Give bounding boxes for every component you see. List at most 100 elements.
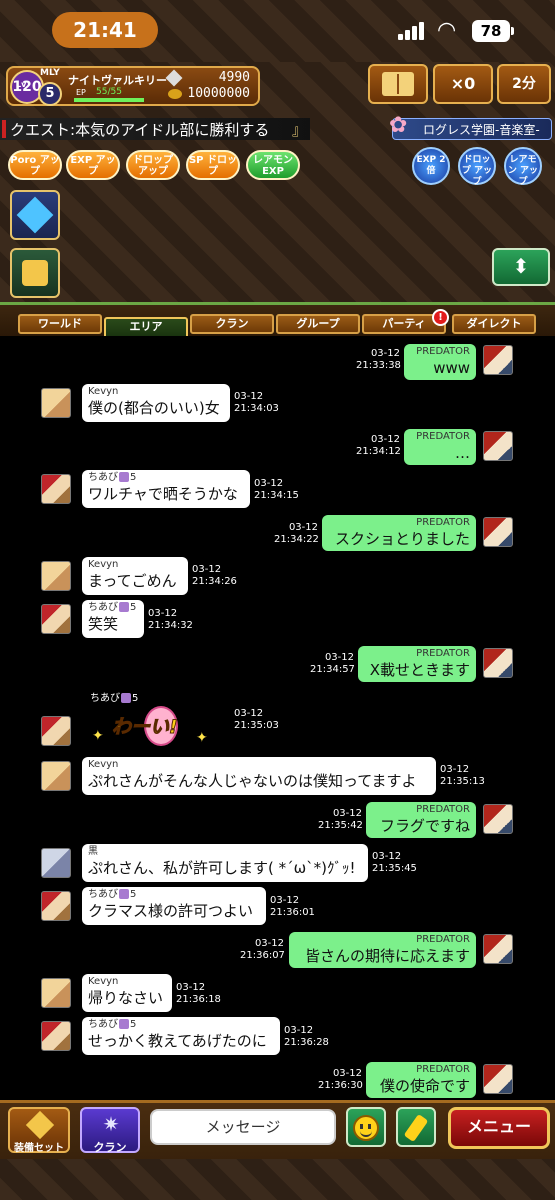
avatar-kevyn[interactable]	[41, 388, 71, 418]
chat-bubble[interactable]: ちあび 5 せっかく教えてあげたのに	[82, 1017, 280, 1055]
message-sender-line: ちあび 5	[88, 889, 260, 901]
player-status-panel[interactable]: Lv 120 MLY 5 ナイトヴァルキリー EP 55/55 4990 100…	[6, 66, 260, 106]
chat-bubble[interactable]: ちあび 5 クラマス様の許可つよい	[82, 887, 266, 925]
avatar-chiabi[interactable]	[41, 716, 71, 746]
message-sender: 黒	[88, 846, 98, 857]
chat-bubble[interactable]: Kevyn まってごめん	[82, 557, 188, 595]
avatar-chiabi[interactable]	[41, 604, 71, 634]
message-text: 帰りなさい	[88, 989, 164, 1007]
message-date: 03-12	[234, 708, 264, 719]
message-sender: PREDATOR	[416, 648, 470, 659]
message-text: スクショとりました	[334, 530, 470, 548]
skill-slot-button[interactable]	[10, 190, 60, 240]
avatar-predator[interactable]	[483, 431, 513, 461]
chat-bubble[interactable]: 黒 ぷれさん、私が許可します( *´ω`*)ｸﾞｯ!	[82, 844, 368, 882]
avatar-kevyn[interactable]	[41, 761, 71, 791]
battery-icon	[511, 27, 514, 35]
avatar-chiabi[interactable]	[41, 891, 71, 921]
tab-group[interactable]: グループ	[276, 314, 360, 334]
ep-bar	[74, 98, 144, 102]
message-sender: ちあび	[88, 602, 118, 613]
message-timestamp: 03-12 21:35:13	[440, 764, 485, 788]
item-slot-button[interactable]	[10, 248, 60, 298]
message-sender: Kevyn	[88, 976, 119, 987]
boost-raremon-exp[interactable]: レアモン EXP	[246, 150, 300, 180]
chat-bubble[interactable]: ちあび 5 笑笑	[82, 600, 144, 638]
message-date: 03-12	[284, 1025, 314, 1036]
chat-bubble-mine[interactable]: PREDATOR X載せときます	[358, 646, 476, 682]
ticket-button[interactable]: ×0	[433, 64, 493, 104]
avatar-kevyn[interactable]	[41, 561, 71, 591]
tab-direct[interactable]: ダイレクト	[452, 314, 536, 334]
chat-bubble[interactable]: Kevyn 僕の(都合のいい)女	[82, 384, 230, 422]
chat-bubble-mine[interactable]: PREDATOR 僕の使命です	[366, 1062, 476, 1098]
message-timestamp: 03-12 21:34:32	[148, 608, 193, 632]
message-sender: PREDATOR	[416, 804, 470, 815]
bottom-pattern	[0, 1159, 555, 1200]
boost-exp-up[interactable]: EXP アップ	[66, 150, 120, 180]
round-boost-drop-up[interactable]: ドロップ アップ	[458, 147, 496, 187]
boost-drop-up[interactable]: ドロップ アップ	[126, 150, 180, 180]
message-text: フラグですね	[379, 817, 470, 835]
avatar-kevyn[interactable]	[41, 978, 71, 1008]
avatar-predator[interactable]	[483, 804, 513, 834]
message-timestamp: 03-12 21:34:57	[310, 652, 355, 676]
boost-sp-drop[interactable]: SP ドロップ	[186, 150, 240, 180]
message-input[interactable]	[150, 1109, 336, 1145]
tab-world[interactable]: ワールド	[18, 314, 102, 334]
message-time: 21:36:18	[176, 994, 221, 1005]
location-bar[interactable]: ✿ ログレス学園-音楽室-	[389, 113, 552, 140]
message-sender: PREDATOR	[416, 934, 470, 945]
equipment-set-label: 装備セット	[14, 1143, 64, 1154]
message-sender: Kevyn	[88, 559, 119, 570]
sticker-text: わーい!	[112, 716, 179, 739]
menu-button[interactable]: メニュー	[448, 1107, 550, 1149]
avatar-predator[interactable]	[483, 648, 513, 678]
avatar-predator[interactable]	[483, 934, 513, 964]
chat-bubble-mine[interactable]: PREDATOR www	[404, 344, 476, 380]
chat-bubble-mine[interactable]: PREDATOR フラグですね	[366, 802, 476, 838]
boost-poro-up[interactable]: Poro アップ	[8, 150, 62, 180]
chat-bubble[interactable]: Kevyn ぷれさんがそんな人じゃないのは僕知ってますよ	[82, 757, 436, 795]
chat-log[interactable]: 03-12 21:33:38 PREDATOR www Kevyn 僕の(都合の…	[0, 336, 555, 1100]
message-date: 03-12	[324, 652, 354, 663]
message-time: 21:34:12	[356, 446, 401, 457]
round-boost-raremon-up[interactable]: レアモン アップ	[504, 147, 542, 187]
avatar-predator[interactable]	[483, 517, 513, 547]
message-sender: PREDATOR	[416, 346, 470, 357]
chat-bubble-mine[interactable]: PREDATOR 皆さんの期待に応えます	[289, 932, 476, 968]
quest-bar[interactable]: クエスト:本気のアイドル部に勝利する 』	[0, 118, 310, 140]
expand-toggle-button[interactable]: ⬍	[492, 248, 550, 286]
equipment-set-button[interactable]: 装備セット	[8, 1107, 70, 1154]
clan-heart-icon	[119, 1019, 129, 1029]
gem-count: 4990	[218, 70, 250, 85]
message-time: 21:34:26	[192, 576, 237, 587]
cellular-signal-icon	[398, 22, 426, 40]
sparkle-icon: ✦	[196, 730, 208, 746]
chat-bubble[interactable]: Kevyn 帰りなさい	[82, 974, 172, 1012]
sticker-message[interactable]: ✦ わーい! ✦	[92, 706, 212, 756]
message-time: 21:36:07	[240, 950, 285, 961]
avatar-kuro[interactable]	[41, 848, 71, 878]
round-boost-exp-double[interactable]: EXP 2倍	[412, 147, 450, 185]
message-time: 21:36:28	[284, 1037, 329, 1048]
message-date: 03-12	[440, 764, 470, 775]
avatar-chiabi[interactable]	[41, 1021, 71, 1051]
message-text: せっかく教えてあげたのに	[88, 1032, 267, 1050]
chat-bubble[interactable]: ちあび 5 ワルチャで晒そうかな	[82, 470, 250, 508]
message-date: 03-12	[370, 434, 400, 445]
clan-button[interactable]: ✷ クラン	[80, 1107, 140, 1154]
emoji-button[interactable]	[346, 1107, 386, 1147]
message-date: 03-12	[254, 478, 284, 489]
message-sender: Kevyn	[88, 759, 119, 770]
avatar-predator[interactable]	[483, 1064, 513, 1094]
stamp-button[interactable]	[396, 1107, 436, 1147]
avatar-predator[interactable]	[483, 345, 513, 375]
tab-clan[interactable]: クラン	[190, 314, 274, 334]
message-timestamp: 03-12 21:34:12	[356, 434, 401, 458]
avatar-chiabi[interactable]	[41, 474, 71, 504]
timer-button[interactable]: 2分	[497, 64, 551, 104]
album-button[interactable]	[368, 64, 428, 104]
chat-bubble-mine[interactable]: PREDATOR スクショとりました	[322, 515, 476, 551]
chat-bubble-mine[interactable]: PREDATOR …	[404, 429, 476, 465]
